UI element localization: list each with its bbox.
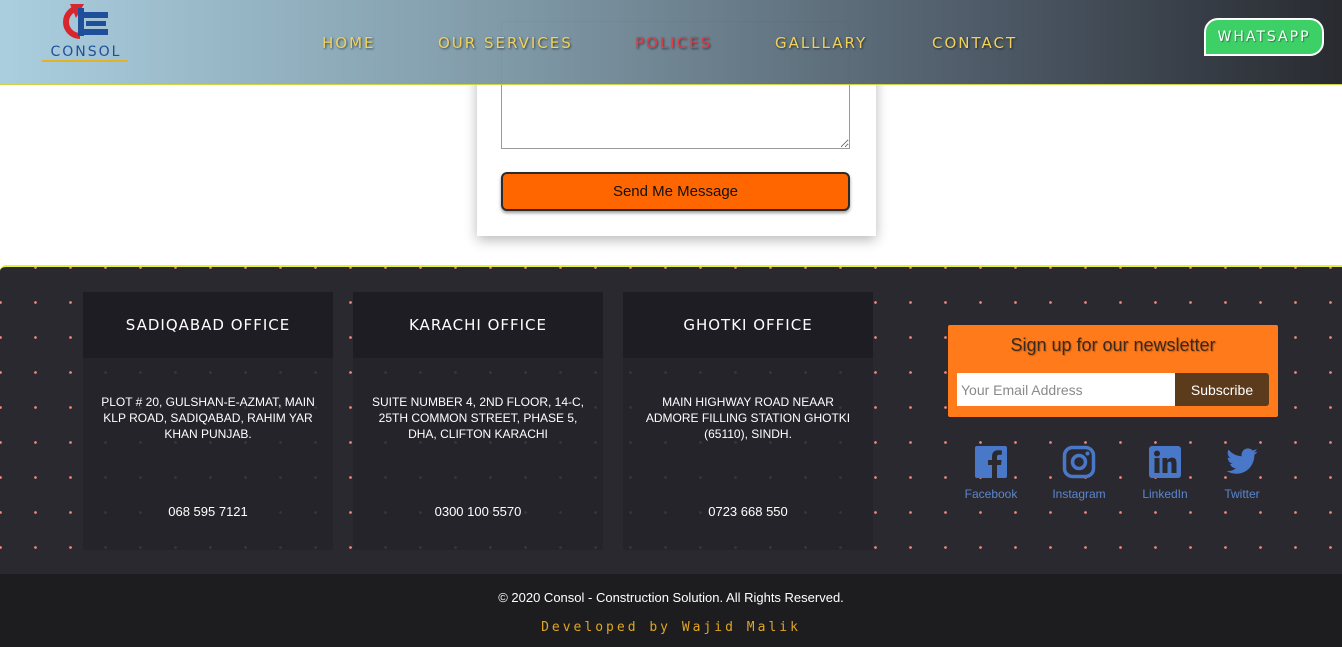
office-address: MAIN HIGHWAY ROAD NEAAR ADMORE FILLING S… bbox=[645, 395, 851, 441]
office-card-sadiqabad: SADIQABAD OFFICE PLOT # 20, GULSHAN-E-AZ… bbox=[83, 292, 333, 550]
nav-contact[interactable]: CONTACT bbox=[932, 34, 1017, 52]
newsletter-box: Sign up for our newsletter Subscribe bbox=[948, 325, 1278, 417]
nav-home[interactable]: HOME bbox=[322, 34, 376, 52]
linkedin-icon bbox=[1149, 446, 1181, 478]
office-title: KARACHI OFFICE bbox=[353, 292, 603, 358]
social-link-linkedin[interactable]: LinkedIn bbox=[1125, 445, 1205, 501]
site-footer: SADIQABAD OFFICE PLOT # 20, GULSHAN-E-AZ… bbox=[0, 265, 1342, 574]
whatsapp-button[interactable]: WHATSAPP bbox=[1204, 18, 1324, 56]
social-label: Facebook bbox=[964, 487, 1018, 501]
office-phone[interactable]: 068 595 7121 bbox=[83, 504, 333, 519]
nav-gallery[interactable]: GALLLARY bbox=[775, 34, 867, 52]
office-title: GHOTKI OFFICE bbox=[623, 292, 873, 358]
site-header: CONSOL HOME OUR SERVICES POLICES GALLLAR… bbox=[0, 0, 1342, 85]
office-title: SADIQABAD OFFICE bbox=[83, 292, 333, 358]
logo-underline bbox=[42, 60, 128, 62]
office-address: PLOT # 20, GULSHAN-E-AZMAT, MAIN KLP ROA… bbox=[101, 395, 315, 441]
footer-bottom-bar: © 2020 Consol - Construction Solution. A… bbox=[0, 574, 1342, 647]
instagram-icon bbox=[1062, 445, 1096, 479]
social-link-facebook[interactable]: Facebook bbox=[951, 445, 1031, 501]
subscribe-button[interactable]: Subscribe bbox=[1175, 373, 1269, 406]
office-phone[interactable]: 0723 668 550 bbox=[623, 504, 873, 519]
developer-credit[interactable]: Developed by Wajid Malik bbox=[0, 620, 1342, 635]
copyright-text: © 2020 Consol - Construction Solution. A… bbox=[498, 590, 844, 605]
send-message-button[interactable]: Send Me Message bbox=[501, 172, 850, 211]
social-link-twitter[interactable]: Twitter bbox=[1202, 445, 1282, 501]
nav-our-services[interactable]: OUR SERVICES bbox=[438, 34, 573, 52]
twitter-icon bbox=[1226, 448, 1258, 474]
newsletter-email-input[interactable] bbox=[957, 373, 1176, 406]
office-phone[interactable]: 0300 100 5570 bbox=[353, 504, 603, 519]
facebook-icon bbox=[975, 446, 1007, 478]
social-label: Instagram bbox=[1052, 487, 1106, 501]
social-link-instagram[interactable]: Instagram bbox=[1039, 445, 1119, 501]
social-label: Twitter bbox=[1224, 487, 1260, 501]
logo-text: CONSOL bbox=[50, 44, 122, 60]
nav-polices[interactable]: POLICES bbox=[635, 34, 712, 52]
social-label: LinkedIn bbox=[1142, 487, 1188, 501]
office-address: SUITE NUMBER 4, 2ND FLOOR, 14-C, 25TH CO… bbox=[371, 395, 585, 441]
office-card-karachi: KARACHI OFFICE SUITE NUMBER 4, 2ND FLOOR… bbox=[353, 292, 603, 550]
office-card-ghotki: GHOTKI OFFICE MAIN HIGHWAY ROAD NEAAR AD… bbox=[623, 292, 873, 550]
newsletter-title: Sign up for our newsletter bbox=[1010, 335, 1216, 355]
